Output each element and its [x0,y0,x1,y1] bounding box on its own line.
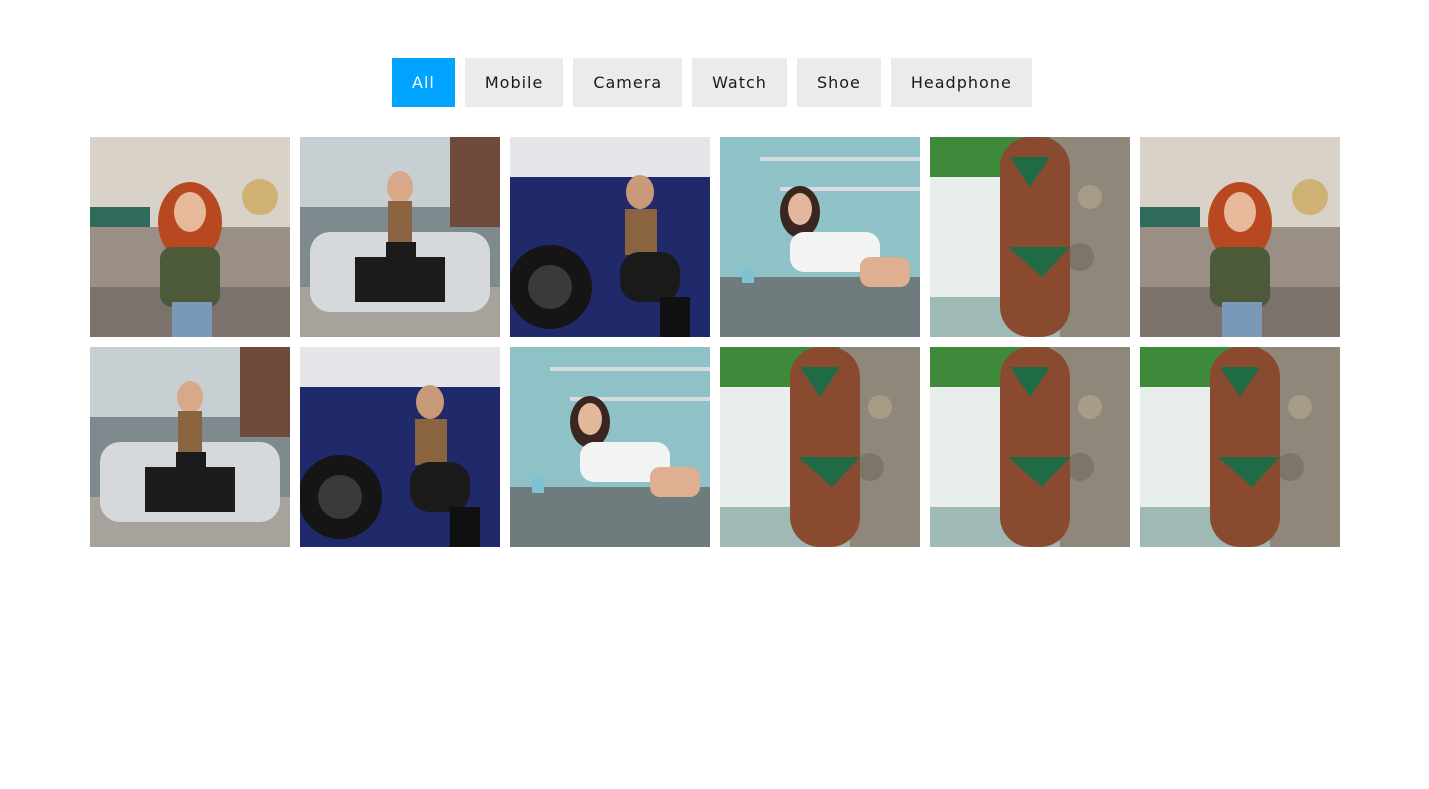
photo-image [510,137,710,337]
filter-camera-button[interactable]: Camera [573,58,683,107]
photo-image [930,347,1130,547]
filter-headphone-button[interactable]: Headphone [890,58,1032,107]
gallery-photo-redhead-fairground[interactable] [90,137,290,337]
gallery-photo-silver-car-woman[interactable] [300,137,500,337]
photo-image [300,347,500,547]
photo-image [1140,137,1340,337]
gallery-photo-redhead-fairground[interactable] [1140,137,1340,337]
photo-image [510,347,710,547]
gallery-photo-kitchen-woman[interactable] [720,137,920,337]
filter-watch-button[interactable]: Watch [692,58,787,107]
gallery-photo-blue-car-woman[interactable] [510,137,710,337]
filter-shoe-button[interactable]: Shoe [796,58,881,107]
photo-image [90,137,290,337]
photo-image [720,137,920,337]
gallery-photo-bikini-stone-wall[interactable] [720,347,920,547]
gallery-photo-blue-car-woman[interactable] [300,347,500,547]
photo-image [1140,347,1340,547]
filter-mobile-button[interactable]: Mobile [464,58,564,107]
photo-gallery [90,137,1340,547]
filter-all-button[interactable]: All [392,58,455,107]
gallery-photo-bikini-stone-wall[interactable] [1140,347,1340,547]
photo-image [720,347,920,547]
photo-image [930,137,1130,337]
gallery-photo-bikini-stone-wall[interactable] [930,137,1130,337]
gallery-photo-bikini-stone-wall[interactable] [930,347,1130,547]
gallery-photo-silver-car-woman[interactable] [90,347,290,547]
gallery-photo-kitchen-woman[interactable] [510,347,710,547]
filter-bar: All Mobile Camera Watch Shoe Headphone [392,58,1032,107]
photo-image [90,347,290,547]
photo-image [300,137,500,337]
